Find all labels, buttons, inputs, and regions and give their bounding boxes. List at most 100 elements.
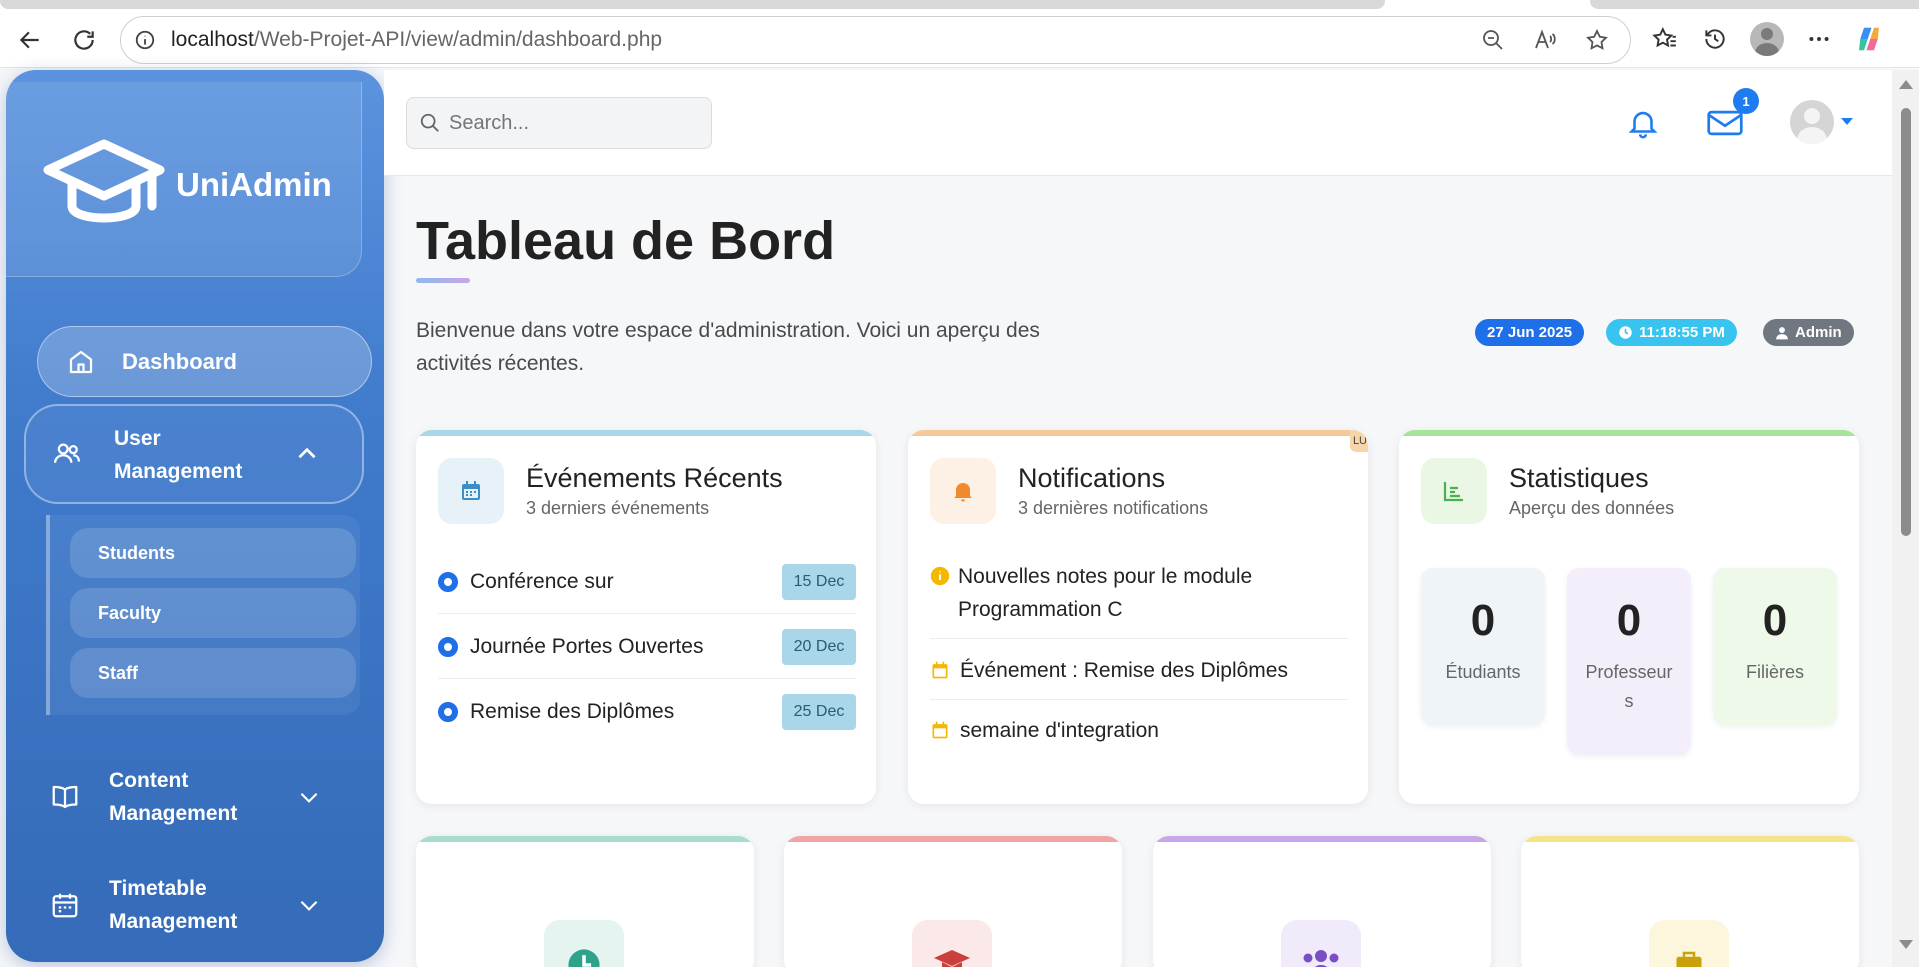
- search-box[interactable]: [406, 97, 712, 149]
- read-aloud-icon[interactable]: [1530, 25, 1560, 55]
- stat-filieres: 0 Filières: [1713, 568, 1837, 725]
- sidebar-item-dashboard[interactable]: Dashboard: [37, 326, 372, 397]
- scroll-up-arrow[interactable]: [1899, 80, 1913, 89]
- card-accent: [1521, 836, 1859, 842]
- event-date: 20 Dec: [782, 629, 856, 665]
- favorites-icon[interactable]: [1650, 24, 1680, 54]
- scroll-down-arrow[interactable]: [1899, 940, 1913, 949]
- stat-value: 0: [1616, 596, 1642, 645]
- sidebar-item-staff[interactable]: Staff: [70, 648, 356, 698]
- card-title: Notifications: [1018, 463, 1166, 493]
- sidebar: UniAdmin Dashboard User Management Stude…: [6, 70, 384, 962]
- url-host: localhost: [171, 28, 254, 51]
- tab-strip: [0, 0, 1919, 9]
- event-item[interactable]: Journée Portes Ouvertes 20 Dec: [438, 615, 856, 679]
- card-icon-box: [1649, 920, 1729, 967]
- sidebar-group-label: User Management: [114, 427, 243, 483]
- stat-label: Étudiants: [1445, 662, 1521, 682]
- favorite-star-icon[interactable]: [1582, 25, 1612, 55]
- sidebar-group-label: Timetable Management: [109, 877, 238, 933]
- stat-professors: 0 Professeurs: [1567, 568, 1691, 755]
- history-icon[interactable]: [1700, 24, 1730, 54]
- card-accent: [1399, 430, 1859, 436]
- sidebar-group-timetable-management[interactable]: Timetable Management: [24, 860, 364, 950]
- event-name: Journée Portes Ouvertes: [470, 634, 704, 658]
- brand-name: UniAdmin: [176, 166, 332, 203]
- chart-icon: [1443, 482, 1463, 502]
- browser-tab[interactable]: [0, 0, 1385, 9]
- quick-card-users[interactable]: [1153, 836, 1491, 967]
- time-text: 11:18:55 PM: [1639, 324, 1725, 341]
- user-avatar[interactable]: [1790, 100, 1834, 144]
- event-item[interactable]: Remise des Diplômes 25 Dec: [438, 680, 856, 744]
- sidebar-item-label: Dashboard: [122, 348, 237, 374]
- card-accent: [1153, 836, 1491, 842]
- site-info-icon[interactable]: [133, 28, 157, 52]
- sidebar-item-label: Faculty: [98, 602, 162, 623]
- chevron-down-icon: [300, 792, 318, 803]
- chevron-up-icon: [298, 447, 316, 459]
- url-text[interactable]: localhost/Web-Projet-API/view/admin/dash…: [171, 28, 662, 52]
- top-header: 1: [384, 70, 1892, 176]
- copilot-icon[interactable]: [1854, 24, 1884, 54]
- more-icon[interactable]: [1804, 24, 1834, 54]
- sidebar-item-label: Staff: [98, 662, 138, 683]
- browser-toolbar: localhost/Web-Projet-API/view/admin/dash…: [0, 0, 1919, 68]
- info-icon: [930, 566, 950, 586]
- address-bar[interactable]: localhost/Web-Projet-API/view/admin/dash…: [120, 16, 1631, 64]
- corner-tag: LU: [1350, 430, 1368, 452]
- date-text: 27 Jun 2025: [1487, 324, 1573, 341]
- users-icon: [1303, 950, 1339, 967]
- radio-dot-icon: [438, 702, 458, 722]
- sidebar-group-user-management[interactable]: User Management: [24, 404, 364, 504]
- calendar-icon: [462, 481, 480, 500]
- users-icon: [54, 443, 80, 463]
- page-scrollbar[interactable]: [1892, 70, 1919, 967]
- back-button[interactable]: [14, 24, 46, 56]
- notification-item[interactable]: Nouvelles notes pour le module Programma…: [930, 560, 1348, 639]
- graduation-cap-icon: [43, 139, 165, 223]
- briefcase-icon: [1676, 951, 1702, 967]
- card-icon-box: [544, 920, 624, 967]
- date-badge: 27 Jun 2025: [1475, 319, 1585, 346]
- browser-tab[interactable]: [1590, 0, 1919, 9]
- clock-icon: [568, 949, 600, 967]
- user-management-submenu: Students Faculty Staff: [46, 515, 360, 715]
- card-icon-box: [930, 458, 996, 524]
- quick-card-clock[interactable]: [416, 836, 754, 967]
- notification-text: Nouvelles notes pour le module Programma…: [958, 565, 1253, 621]
- title-underline: [416, 278, 470, 283]
- bell-icon[interactable]: [1626, 106, 1660, 140]
- search-input[interactable]: [449, 111, 699, 135]
- graduation-cap-icon: [934, 950, 970, 967]
- book-icon: [52, 785, 78, 809]
- card-accent: [908, 430, 1368, 436]
- profile-avatar[interactable]: [1750, 22, 1784, 56]
- stat-label: Filières: [1745, 662, 1804, 682]
- stat-label: Professeurs: [1585, 662, 1673, 711]
- role-text: Admin: [1795, 324, 1842, 341]
- sidebar-item-students[interactable]: Students: [70, 528, 356, 578]
- clock-icon: [1619, 326, 1632, 339]
- home-icon: [69, 350, 93, 373]
- arrow-left-icon: [19, 31, 39, 49]
- statistics-card: Statistiques Aperçu des données 0 Étudia…: [1399, 430, 1859, 804]
- calendar-icon: [52, 893, 78, 918]
- brand[interactable]: UniAdmin: [6, 82, 362, 277]
- card-subtitle: Aperçu des données: [1509, 498, 1675, 518]
- sidebar-item-label: Students: [98, 542, 176, 563]
- sidebar-item-faculty[interactable]: Faculty: [70, 588, 356, 638]
- card-icon-box: [1281, 920, 1361, 967]
- notification-item[interactable]: semaine d'integration: [930, 714, 1348, 747]
- scroll-thumb[interactable]: [1901, 108, 1911, 536]
- quick-card-briefcase[interactable]: [1521, 836, 1859, 967]
- sidebar-group-content-management[interactable]: Content Management: [24, 752, 364, 842]
- reload-button[interactable]: [68, 24, 100, 56]
- zoom-out-icon[interactable]: [1478, 25, 1508, 55]
- notification-text: Événement : Remise des Diplômes: [960, 659, 1288, 682]
- event-name: Remise des Diplômes: [470, 700, 675, 723]
- event-item[interactable]: Conférence sur 15 Dec: [438, 550, 856, 614]
- notification-item[interactable]: Événement : Remise des Diplômes: [930, 654, 1348, 700]
- caret-down-icon[interactable]: [1841, 118, 1853, 125]
- quick-card-graduation[interactable]: [784, 836, 1122, 967]
